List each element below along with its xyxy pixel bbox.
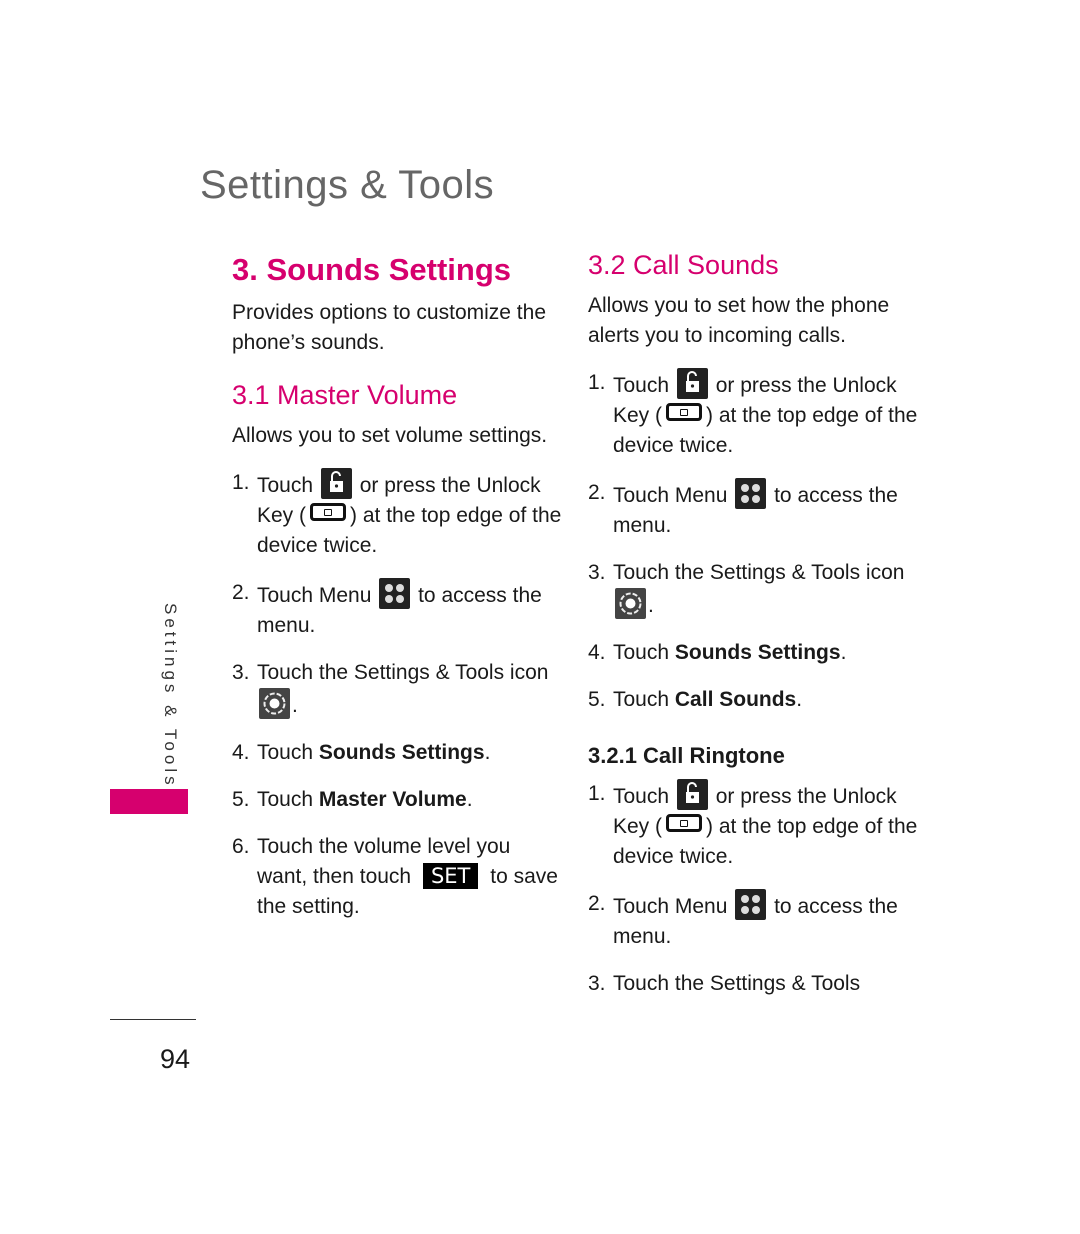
step-item: 3. Touch the Settings & Tools icon . <box>588 558 918 621</box>
step-number: 5. <box>232 788 250 811</box>
unlock-key-icon <box>310 503 347 521</box>
section-title: 3. Sounds Settings <box>232 252 512 287</box>
step-number: 3. <box>232 661 250 684</box>
step-item: 5. Touch Call Sounds. <box>588 685 918 715</box>
left-column: 3. Sounds Settings Provides options to c… <box>232 252 562 939</box>
menu-icon <box>379 578 411 609</box>
step-number: 4. <box>588 641 606 664</box>
page-number: 94 <box>160 1044 191 1074</box>
menu-option-name: Sounds Settings <box>318 741 485 764</box>
step-text: Touch <box>613 374 670 397</box>
step-number: 1. <box>232 471 250 494</box>
step-number: 4. <box>232 741 250 764</box>
step-item: 6. Touch the volume level you want, then… <box>232 832 562 922</box>
step-number: 1. <box>588 371 606 394</box>
steps-list: 1. Touch or press the Unlock Key () at t… <box>588 368 918 715</box>
menu-option-name: Master Volume <box>318 788 467 811</box>
page-header: Settings & Tools <box>200 163 495 207</box>
step-number: 5. <box>588 688 606 711</box>
steps-list: 1. Touch or press the Unlock Key () at t… <box>232 468 562 922</box>
step-text: . <box>466 788 473 811</box>
settings-gear-icon <box>615 588 646 619</box>
step-item: 1. Touch or press the Unlock Key () at t… <box>232 468 562 561</box>
step-item: 2. Touch Menu to access the menu. <box>588 478 918 541</box>
step-text: Touch Menu <box>257 584 372 607</box>
step-number: 2. <box>232 581 250 604</box>
section-intro: Provides options to customize the phone’… <box>232 301 546 354</box>
step-text: . <box>484 741 491 764</box>
step-item: 3. Touch the Settings & Tools icon . <box>232 658 562 721</box>
step-number: 1. <box>588 782 606 805</box>
side-tab-marker <box>110 789 188 814</box>
step-number: 3. <box>588 561 606 584</box>
step-text: Touch <box>613 641 670 664</box>
step-text: Touch Menu <box>613 895 728 918</box>
step-text: . <box>292 694 298 717</box>
step-number: 6. <box>232 835 250 858</box>
step-text: Touch the Settings & Tools <box>613 972 861 995</box>
side-tab-label: Settings & Tools <box>161 603 180 789</box>
step-text: Touch the Settings & Tools icon <box>613 561 905 584</box>
unlock-icon <box>676 368 708 399</box>
unlock-key-icon <box>666 403 703 421</box>
step-number: 3. <box>588 972 606 995</box>
settings-gear-icon <box>259 688 290 719</box>
step-item: 3. Touch the Settings & Tools <box>588 969 918 999</box>
step-item: 5. Touch Master Volume. <box>232 785 562 815</box>
menu-icon <box>735 889 767 920</box>
unlock-key-icon <box>666 814 703 832</box>
step-item: 4. Touch Sounds Settings. <box>232 738 562 768</box>
right-column: 3.2 Call Sounds Allows you to set how th… <box>588 250 918 1016</box>
set-button: SET <box>422 863 479 889</box>
step-text: Touch <box>613 785 670 808</box>
step-text: . <box>796 688 803 711</box>
menu-option-name: Sounds Settings <box>674 641 841 664</box>
subsection-title: 3.2 Call Sounds <box>588 250 779 280</box>
step-text: Touch <box>613 688 670 711</box>
step-item: 1. Touch or press the Unlock Key () at t… <box>588 368 918 461</box>
unlock-icon <box>676 779 708 810</box>
step-text: Touch <box>257 741 314 764</box>
subsection-intro: Allows you to set volume settings. <box>232 424 548 447</box>
step-text: Touch the Settings & Tools icon <box>257 661 549 684</box>
step-text: . <box>648 594 654 617</box>
step-item: 2. Touch Menu to access the menu. <box>232 578 562 641</box>
step-text: Touch <box>257 474 314 497</box>
step-number: 2. <box>588 481 606 504</box>
steps-list: 1. Touch or press the Unlock Key () at t… <box>588 779 918 999</box>
subsection-title: 3.1 Master Volume <box>232 380 458 410</box>
step-item: 4. Touch Sounds Settings. <box>588 638 918 668</box>
footer-divider <box>110 1019 196 1020</box>
step-text: Touch <box>257 788 314 811</box>
step-text: . <box>840 641 847 664</box>
menu-icon <box>735 478 767 509</box>
step-number: 2. <box>588 892 606 915</box>
step-item: 2. Touch Menu to access the menu. <box>588 889 918 952</box>
sub-subsection-title: 3.2.1 Call Ringtone <box>588 743 785 768</box>
subsection-intro: Allows you to set how the phone alerts y… <box>588 294 890 347</box>
step-text: Touch Menu <box>613 484 728 507</box>
menu-option-name: Call Sounds <box>674 688 797 711</box>
step-item: 1. Touch or press the Unlock Key () at t… <box>588 779 918 872</box>
unlock-icon <box>320 468 352 499</box>
